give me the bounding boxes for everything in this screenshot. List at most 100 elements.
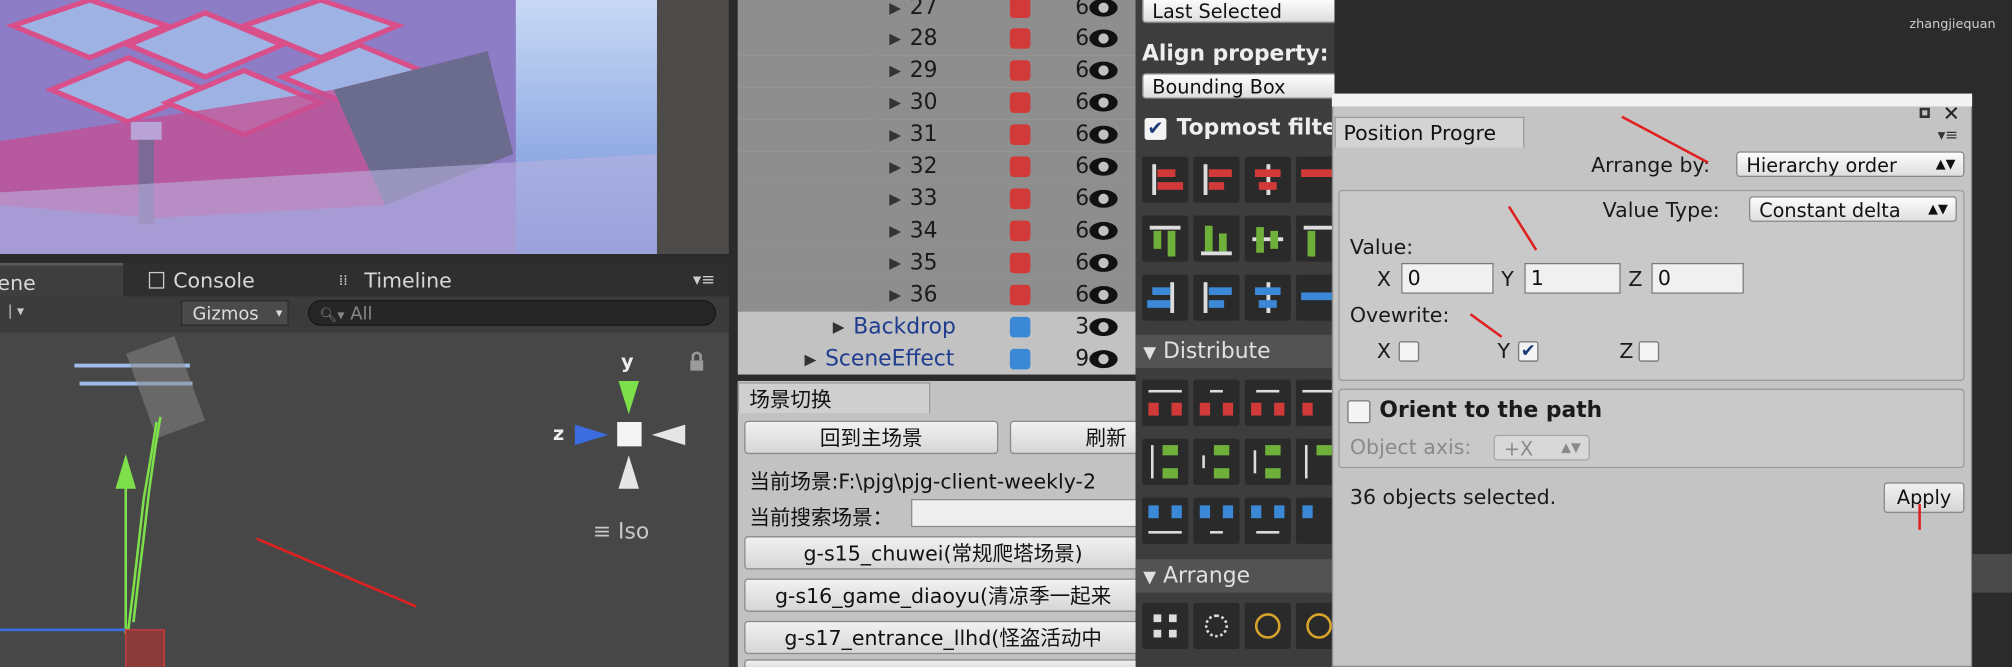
eye-icon[interactable] xyxy=(1089,0,1118,17)
search-scene-input[interactable] xyxy=(911,498,1143,528)
arrange-circle-icon[interactable] xyxy=(1193,602,1240,650)
eye-icon[interactable] xyxy=(1089,61,1118,80)
overwrite-z-checkbox[interactable] xyxy=(1638,341,1660,362)
align-center-x-icon[interactable] xyxy=(1244,156,1291,203)
distribute-z-spacing-icon[interactable] xyxy=(1193,497,1240,544)
window-menu-icon[interactable]: ▾≡ xyxy=(1938,126,1959,144)
align-top-edge-icon[interactable] xyxy=(1295,215,1335,262)
tab-scene[interactable]: ene xyxy=(0,262,124,299)
eye-icon[interactable] xyxy=(1089,221,1118,240)
distribute-z-edge-icon[interactable] xyxy=(1295,497,1335,544)
expand-icon[interactable]: ▶ xyxy=(889,119,901,151)
align-back-icon[interactable] xyxy=(1142,274,1189,321)
scene-button[interactable]: g-s16_game_diaoyu(清凉季一起来 xyxy=(744,578,1143,612)
tab-timeline[interactable]: ⁞⁞ Timeline xyxy=(336,263,477,296)
apply-button[interactable]: Apply xyxy=(1883,482,1965,514)
hierarchy-row-backdrop[interactable]: ▶ Backdrop 3 xyxy=(738,312,1136,344)
lock-icon[interactable] xyxy=(688,348,706,376)
hierarchy-row[interactable]: ▶ 34 6 xyxy=(737,215,1136,248)
gizmos-dropdown[interactable]: Gizmos ▾ xyxy=(180,300,289,326)
align-property-dropdown[interactable]: Bounding Box xyxy=(1142,73,1335,99)
distribute-section-header[interactable]: ▼ Distribute xyxy=(1135,334,1335,369)
value-x-field[interactable]: 0 xyxy=(1401,262,1494,294)
tab-scene-switch[interactable]: 场景切换 xyxy=(737,382,931,414)
reference-dropdown[interactable]: Last Selected▲▼ xyxy=(1142,0,1335,24)
eye-icon[interactable] xyxy=(1089,93,1118,112)
hierarchy-row[interactable]: ▶ 31 6 xyxy=(737,119,1136,152)
align-front-icon[interactable] xyxy=(1193,274,1240,321)
tab-console[interactable]: Console xyxy=(144,263,272,296)
hierarchy-row[interactable]: ▶ 33 6 xyxy=(737,183,1136,216)
eye-icon[interactable] xyxy=(1089,29,1118,48)
expand-icon[interactable]: ▶ xyxy=(833,312,845,344)
scene-button[interactable]: g-s17_entrance_llhd(怪盗活动中 xyxy=(744,620,1143,655)
hierarchy-row[interactable]: ▶ 29 6 xyxy=(737,55,1136,88)
overwrite-y-checkbox[interactable]: ✔ xyxy=(1517,341,1539,362)
maximize-icon[interactable] xyxy=(1919,107,1930,119)
distribute-z-icon[interactable] xyxy=(1142,497,1189,544)
orient-to-path-checkbox[interactable] xyxy=(1347,400,1371,424)
align-left-edge-icon[interactable] xyxy=(1193,156,1240,203)
arrange-section-header[interactable]: ▼ Arrange xyxy=(1135,559,1335,593)
expand-icon[interactable]: ▶ xyxy=(889,55,901,87)
align-top-icon[interactable] xyxy=(1142,215,1189,262)
align-center-z-icon[interactable] xyxy=(1244,274,1291,321)
eye-icon[interactable] xyxy=(1089,189,1118,208)
arrange-grid-icon[interactable] xyxy=(1142,602,1189,650)
align-bottom-icon[interactable] xyxy=(1193,215,1240,262)
close-icon[interactable]: ✕ xyxy=(1943,101,1960,125)
draw-mode-dropdown[interactable]: | ▾ xyxy=(8,303,24,320)
expand-icon[interactable]: ▶ xyxy=(889,23,901,55)
arrange-hierarchy-icon[interactable] xyxy=(1295,602,1335,650)
value-type-dropdown[interactable]: Constant delta ▲▼ xyxy=(1748,196,1957,222)
hierarchy-row[interactable]: ▶ 32 6 xyxy=(737,151,1136,184)
arrange-sort-icon[interactable] xyxy=(1244,602,1291,650)
tab-menu-icon[interactable]: ▾≡ xyxy=(693,271,715,290)
scene-button[interactable]: g-s15_chuwei(常规爬塔场景) xyxy=(744,536,1143,570)
expand-icon[interactable]: ▶ xyxy=(889,87,901,119)
eye-icon[interactable] xyxy=(1089,157,1118,176)
object-axis-dropdown[interactable]: +X ▲▼ xyxy=(1493,434,1590,461)
hierarchy-row[interactable]: ▶ 30 6 xyxy=(737,87,1136,120)
eye-icon[interactable] xyxy=(1089,286,1118,304)
tab-position-progression[interactable]: Position Progre xyxy=(1334,116,1525,148)
expand-icon[interactable]: ▶ xyxy=(889,0,901,24)
projection-toggle[interactable]: ≡ Iso xyxy=(593,519,649,545)
eye-icon[interactable] xyxy=(1089,350,1118,369)
distribute-x-icon[interactable] xyxy=(1142,379,1189,426)
expand-icon[interactable]: ▶ xyxy=(889,215,901,247)
scene-button[interactable] xyxy=(744,659,1143,667)
scene-viewport[interactable]: y z ≡ Iso xyxy=(0,332,729,667)
hierarchy-row[interactable]: ▶ 36 6 xyxy=(737,279,1136,312)
topmost-filter-checkbox[interactable]: ✔ xyxy=(1144,117,1167,140)
eye-icon[interactable] xyxy=(1089,318,1118,337)
overwrite-x-checkbox[interactable] xyxy=(1398,341,1420,362)
hierarchy-row[interactable]: ▶ 35 6 xyxy=(737,247,1136,280)
expand-icon[interactable]: ▶ xyxy=(889,280,901,312)
distribute-z-center-icon[interactable] xyxy=(1244,497,1291,544)
eye-icon[interactable] xyxy=(1089,253,1118,272)
distribute-y-center-icon[interactable] xyxy=(1244,438,1291,485)
hierarchy-row[interactable]: ▶ 28 6 xyxy=(737,23,1136,56)
expand-icon[interactable]: ▶ xyxy=(889,248,901,280)
expand-icon[interactable]: ▶ xyxy=(889,151,901,183)
distribute-y-spacing-icon[interactable] xyxy=(1193,438,1240,485)
hierarchy-row[interactable]: ▶ 27 6 xyxy=(737,0,1136,25)
align-z-edge-icon[interactable] xyxy=(1295,274,1335,321)
arrange-by-dropdown[interactable]: Hierarchy order ▲▼ xyxy=(1736,151,1965,178)
align-center-y-icon[interactable] xyxy=(1244,215,1291,262)
value-y-field[interactable]: 1 xyxy=(1524,262,1621,294)
expand-icon[interactable]: ▶ xyxy=(889,183,901,215)
distribute-x-edge-icon[interactable] xyxy=(1295,379,1335,426)
distribute-y-icon[interactable] xyxy=(1142,438,1189,485)
eye-icon[interactable] xyxy=(1089,125,1118,144)
align-right-icon[interactable] xyxy=(1295,156,1335,203)
value-z-field[interactable]: 0 xyxy=(1651,262,1744,294)
align-left-icon[interactable] xyxy=(1142,156,1189,203)
distribute-x-center-icon[interactable] xyxy=(1244,379,1291,426)
hierarchy-row-sceneeffect[interactable]: ▶ SceneEffect 9 xyxy=(738,344,1136,375)
scene-search-input[interactable]: 🔍︎▾ All xyxy=(307,300,717,326)
distribute-x-spacing-icon[interactable] xyxy=(1193,379,1240,426)
expand-icon[interactable]: ▶ xyxy=(805,344,817,375)
distribute-y-edge-icon[interactable] xyxy=(1295,438,1335,485)
